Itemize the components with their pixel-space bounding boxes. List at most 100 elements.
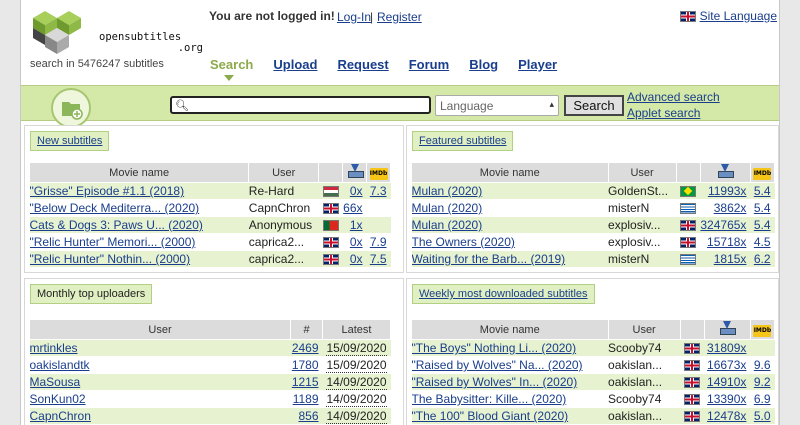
column-header-user[interactable]: User	[607, 162, 677, 183]
uploader-name: Re-Hard	[248, 182, 319, 200]
movie-link[interactable]: Waiting for the Barb... (2019)	[412, 252, 566, 266]
uploader-link[interactable]: SonKun02	[30, 392, 86, 406]
featured-subtitles-title[interactable]: Featured subtitles	[412, 131, 514, 151]
download-count-link[interactable]: 66x	[343, 201, 362, 215]
register-link[interactable]: Register	[377, 10, 422, 24]
movie-link[interactable]: Mulan (2020)	[412, 201, 483, 215]
language-flag-icon	[680, 237, 697, 249]
column-header-movie-name[interactable]: Movie name	[411, 319, 609, 340]
movie-link[interactable]: "Relic Hunter" Nothin... (2000)	[30, 252, 191, 266]
upload-count-link[interactable]: 1215	[292, 375, 319, 389]
movie-link[interactable]: "The Boys" Nothing Li... (2020)	[412, 341, 577, 355]
tab-blog[interactable]: Blog	[469, 57, 498, 72]
latest-upload-date: 14/09/2020	[326, 375, 387, 390]
upload-count-link[interactable]: 1189	[293, 392, 319, 406]
uploader-link[interactable]: mrtinkles	[30, 341, 78, 355]
movie-link[interactable]: "Raised by Wolves" Na... (2020)	[412, 358, 583, 372]
download-count-link[interactable]: 11993x	[708, 184, 746, 198]
uploader-name: misterN	[608, 250, 677, 268]
tab-search[interactable]: Search	[210, 57, 253, 81]
table-row: SonKun02 1189 14/09/2020	[29, 390, 391, 408]
new-subtitles-title[interactable]: New subtitles	[30, 131, 110, 151]
download-count-link[interactable]: 0x	[350, 252, 363, 266]
language-flag-icon	[684, 343, 701, 355]
top-uploaders-title: Monthly top uploaders	[30, 284, 153, 304]
imdb-rating-link[interactable]: 9.2	[754, 375, 771, 389]
imdb-rating-link[interactable]: 9.6	[754, 358, 771, 372]
table-row: "Raised by Wolves" Na... (2020) oakislan.…	[411, 356, 775, 374]
column-header-user[interactable]: User	[248, 162, 320, 183]
table-row: Mulan (2020) explosiv... 324765x 5.4	[411, 216, 775, 234]
login-link[interactable]: Log-In	[337, 10, 371, 24]
movie-link[interactable]: "Below Deck Mediterra... (2020)	[30, 201, 200, 215]
imdb-rating-link[interactable]: 6.2	[754, 252, 771, 266]
imdb-rating-link[interactable]: 4.5	[754, 235, 771, 249]
site-language-selector[interactable]: Site Language	[679, 9, 777, 23]
imdb-rating-link[interactable]: 7.9	[370, 235, 387, 249]
movie-link[interactable]: "Relic Hunter" Memori... (2000)	[30, 235, 196, 249]
imdb-rating-link[interactable]: 5.4	[754, 201, 771, 215]
table-row: The Owners (2020) explosiv... 15718x 4.5	[411, 233, 775, 251]
tab-player[interactable]: Player	[518, 57, 557, 72]
language-flag-icon	[680, 186, 697, 198]
imdb-icon: IMDb	[753, 167, 772, 180]
imdb-rating-link[interactable]: 6.9	[754, 392, 771, 406]
upload-count-link[interactable]: 2469	[292, 341, 319, 355]
search-button[interactable]: Search	[564, 95, 624, 116]
movie-link[interactable]: The Babysitter: Kille... (2020)	[412, 392, 567, 406]
tab-forum[interactable]: Forum	[409, 57, 449, 72]
download-count-link[interactable]: 13390x	[707, 392, 746, 406]
movie-link[interactable]: Mulan (2020)	[412, 218, 483, 232]
tab-upload[interactable]: Upload	[273, 57, 317, 72]
site-logo[interactable]: opensubtitles .org	[27, 8, 207, 58]
movie-link[interactable]: Mulan (2020)	[412, 184, 483, 198]
movie-link[interactable]: "The 100" Blood Giant (2020)	[412, 409, 569, 423]
tab-request[interactable]: Request	[337, 57, 388, 72]
login-status: You are not logged in!	[209, 9, 335, 23]
download-count-link[interactable]: 15718x	[707, 235, 746, 249]
upload-count-link[interactable]: 1780	[292, 358, 319, 372]
movie-link[interactable]: "Raised by Wolves" In... (2020)	[412, 375, 578, 389]
table-row: "Grisse" Episode #1.1 (2018) Re-Hard 0x 7.3	[29, 182, 391, 200]
uploader-link[interactable]: MaSousa	[30, 375, 81, 389]
table-row: "The Boys" Nothing Li... (2020) Scooby74 3…	[411, 339, 775, 357]
table-row: "Below Deck Mediterra... (2020) CapnChron…	[29, 199, 391, 217]
site-language-link[interactable]: Site Language	[700, 9, 777, 23]
applet-search-link[interactable]: Applet search	[627, 106, 700, 120]
column-header-movie-name[interactable]: Movie name	[411, 162, 609, 183]
imdb-rating-link[interactable]: 5.4	[754, 218, 771, 232]
weekly-downloaded-title[interactable]: Weekly most downloaded subtitles	[412, 284, 595, 304]
search-input[interactable]: 🔍︎	[170, 96, 431, 114]
column-header-latest: Latest	[322, 319, 391, 340]
download-count-link[interactable]: 0x	[350, 235, 363, 249]
language-select[interactable]: Language ▴	[435, 95, 559, 116]
column-header-user[interactable]: User	[607, 319, 681, 340]
uploader-link[interactable]: oakislandtk	[30, 358, 90, 372]
advanced-search-link[interactable]: Advanced search	[627, 90, 720, 104]
download-count-link[interactable]: 3862x	[714, 201, 747, 215]
table-row: "Relic Hunter" Nothin... (2000) caprica2.…	[29, 250, 391, 268]
imdb-rating-link[interactable]: 7.3	[370, 184, 387, 198]
download-count-link[interactable]: 1x	[350, 218, 363, 232]
movie-link[interactable]: Cats & Dogs 3: Paws U... (2020)	[30, 218, 203, 232]
upload-subtitle-icon[interactable]	[51, 88, 91, 128]
movie-link[interactable]: The Owners (2020)	[412, 235, 515, 249]
latest-upload-date: 15/09/2020	[326, 358, 387, 373]
download-count-link[interactable]: 324765x	[700, 218, 746, 232]
download-count-link[interactable]: 1815x	[714, 252, 747, 266]
column-header-movie-name[interactable]: Movie name	[28, 162, 250, 183]
uploader-link[interactable]: CapnChron	[30, 409, 91, 423]
movie-link[interactable]: "Grisse" Episode #1.1 (2018)	[30, 184, 185, 198]
download-count-link[interactable]: 31809x	[707, 341, 746, 355]
download-count-link[interactable]: 0x	[350, 184, 363, 198]
logo-text: opensubtitles .org	[99, 31, 203, 54]
imdb-rating-link[interactable]: 5.0	[754, 409, 771, 423]
imdb-rating-link[interactable]: 7.5	[370, 252, 387, 266]
new-subtitles-panel: New subtitles Movie name User IMDb "Gris…	[24, 125, 404, 273]
download-count-link[interactable]: 12478x	[707, 409, 746, 423]
imdb-rating-link[interactable]: 5.4	[754, 184, 771, 198]
uploader-name: caprica2...	[248, 250, 319, 268]
download-count-link[interactable]: 16673x	[707, 358, 746, 372]
upload-count-link[interactable]: 856	[298, 409, 318, 423]
download-count-link[interactable]: 14910x	[707, 375, 746, 389]
